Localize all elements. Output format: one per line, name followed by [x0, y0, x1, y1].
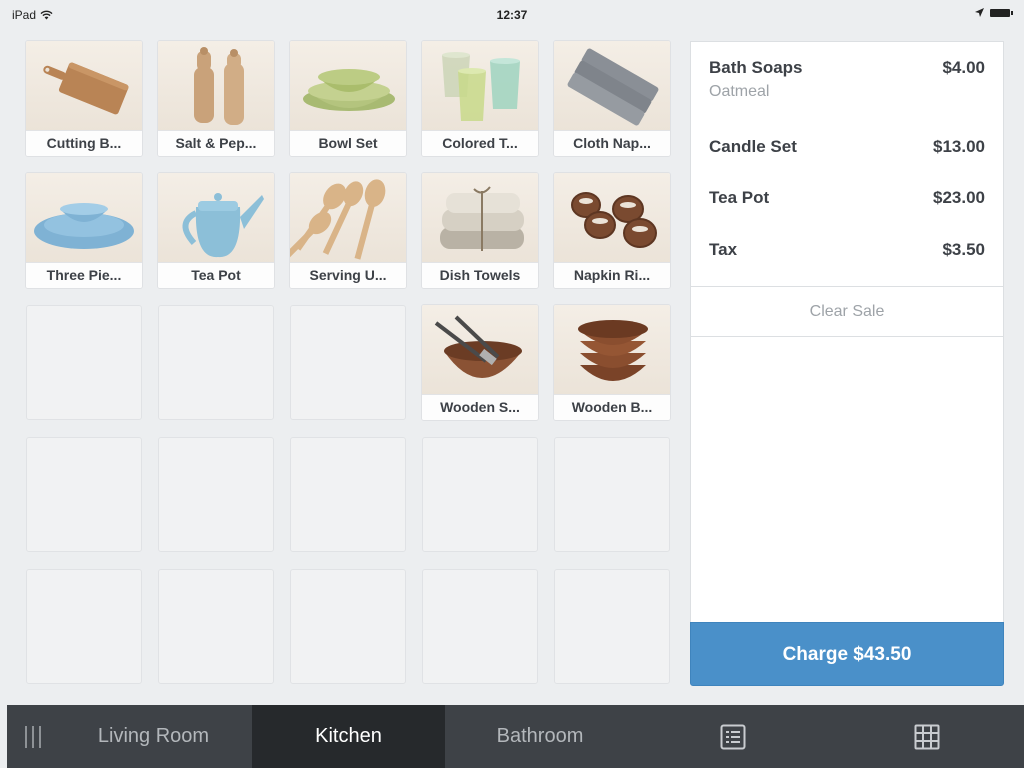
sale-item-name: Candle Set	[709, 137, 797, 156]
empty-tile[interactable]	[158, 305, 274, 420]
charge-button[interactable]: Charge $43.50	[690, 622, 1004, 686]
empty-tile[interactable]	[422, 437, 538, 552]
wooden-salad-bowl-image	[422, 305, 538, 396]
wooden-bowls-image	[554, 305, 670, 396]
item-label: Salt & Pep...	[158, 130, 274, 156]
item-tile-salt-pepper[interactable]: Salt & Pep...	[157, 40, 275, 157]
tea-pot-image	[158, 173, 274, 264]
cutting-board-image	[26, 41, 142, 132]
sale-tax-line[interactable]: Tax $3.50	[709, 240, 985, 260]
item-label: Wooden S...	[422, 394, 538, 420]
status-time: 12:37	[496, 8, 528, 22]
salt-pepper-image	[158, 41, 274, 132]
tab-living-room[interactable]: Living Room	[55, 705, 252, 768]
item-tile-cutting-board[interactable]: Cutting B...	[25, 40, 143, 157]
item-tile-cloth-napkins[interactable]: Cloth Nap...	[553, 40, 671, 157]
colored-tumblers-image	[422, 41, 538, 132]
item-label: Wooden B...	[554, 394, 670, 420]
item-label: Cloth Nap...	[554, 130, 670, 156]
serving-utensils-image	[290, 173, 406, 264]
napkin-rings-image	[554, 173, 670, 264]
empty-tile[interactable]	[158, 569, 274, 684]
empty-tile[interactable]	[158, 437, 274, 552]
empty-tile[interactable]	[554, 437, 670, 552]
sale-line-item[interactable]: Tea Pot $23.00	[709, 188, 985, 208]
tab-bathroom[interactable]: Bathroom	[445, 705, 635, 768]
item-tile-tea-pot[interactable]: Tea Pot	[157, 172, 275, 289]
sale-item-price: $23.00	[933, 188, 985, 207]
sale-line-item[interactable]: Candle Set $13.00	[709, 137, 985, 157]
sale-tax-label: Tax	[709, 240, 738, 259]
item-label: Napkin Ri...	[554, 262, 670, 288]
item-tile-napkin-rings[interactable]: Napkin Ri...	[553, 172, 671, 289]
item-label: Bowl Set	[290, 130, 406, 156]
item-label: Serving U...	[290, 262, 406, 288]
sale-line-item[interactable]: Bath Soaps Oatmeal $4.00	[709, 58, 985, 101]
battery-icon	[990, 8, 1013, 17]
drag-handle-icon[interactable]	[25, 726, 41, 748]
clear-sale-button[interactable]: Clear Sale	[691, 287, 1003, 336]
empty-tile[interactable]	[26, 569, 142, 684]
bowl-set-image	[290, 41, 406, 132]
item-label: Tea Pot	[158, 262, 274, 288]
item-tile-wooden-salad-bowl[interactable]: Wooden S...	[421, 304, 539, 421]
item-tile-three-piece-set[interactable]: Three Pie...	[25, 172, 143, 289]
category-tab-bar: Living Room Kitchen Bathroom	[7, 705, 1024, 768]
item-label: Three Pie...	[26, 262, 142, 288]
empty-tile[interactable]	[290, 569, 406, 684]
cloth-napkins-image	[554, 41, 670, 132]
item-label: Colored T...	[422, 130, 538, 156]
sale-item-name: Tea Pot	[709, 188, 770, 207]
item-grid: Cutting B... Salt & Pep... Bowl Set Colo…	[25, 40, 671, 685]
tab-kitchen[interactable]: Kitchen	[252, 705, 445, 768]
empty-tile[interactable]	[554, 569, 670, 684]
item-tile-wooden-bowls[interactable]: Wooden B...	[553, 304, 671, 421]
empty-tile[interactable]	[290, 437, 406, 552]
item-tile-serving-utensils[interactable]: Serving U...	[289, 172, 407, 289]
dish-towels-image	[422, 173, 538, 264]
sale-item-price: $13.00	[933, 137, 985, 156]
item-tile-dish-towels[interactable]: Dish Towels	[421, 172, 539, 289]
item-label: Cutting B...	[26, 130, 142, 156]
item-tile-colored-tumblers[interactable]: Colored T...	[421, 40, 539, 157]
three-piece-set-image	[26, 173, 142, 264]
item-tile-bowl-set[interactable]: Bowl Set	[289, 40, 407, 157]
current-sale-panel: Bath Soaps Oatmeal $4.00 Candle Set $13.…	[690, 41, 1004, 622]
list-icon[interactable]	[720, 724, 746, 750]
sale-tax-amount: $3.50	[942, 240, 985, 259]
item-label: Dish Towels	[422, 262, 538, 288]
empty-tile[interactable]	[26, 305, 142, 420]
divider	[691, 336, 1003, 337]
empty-tile[interactable]	[290, 305, 406, 420]
grid-icon[interactable]	[914, 724, 940, 750]
sale-item-price: $4.00	[942, 58, 985, 77]
empty-tile[interactable]	[26, 437, 142, 552]
sale-item-name: Bath Soaps	[709, 58, 803, 77]
location-arrow-icon	[975, 8, 984, 17]
sale-item-variant: Oatmeal	[709, 83, 770, 100]
empty-tile[interactable]	[422, 569, 538, 684]
status-bar: iPad 12:37	[0, 0, 1024, 28]
